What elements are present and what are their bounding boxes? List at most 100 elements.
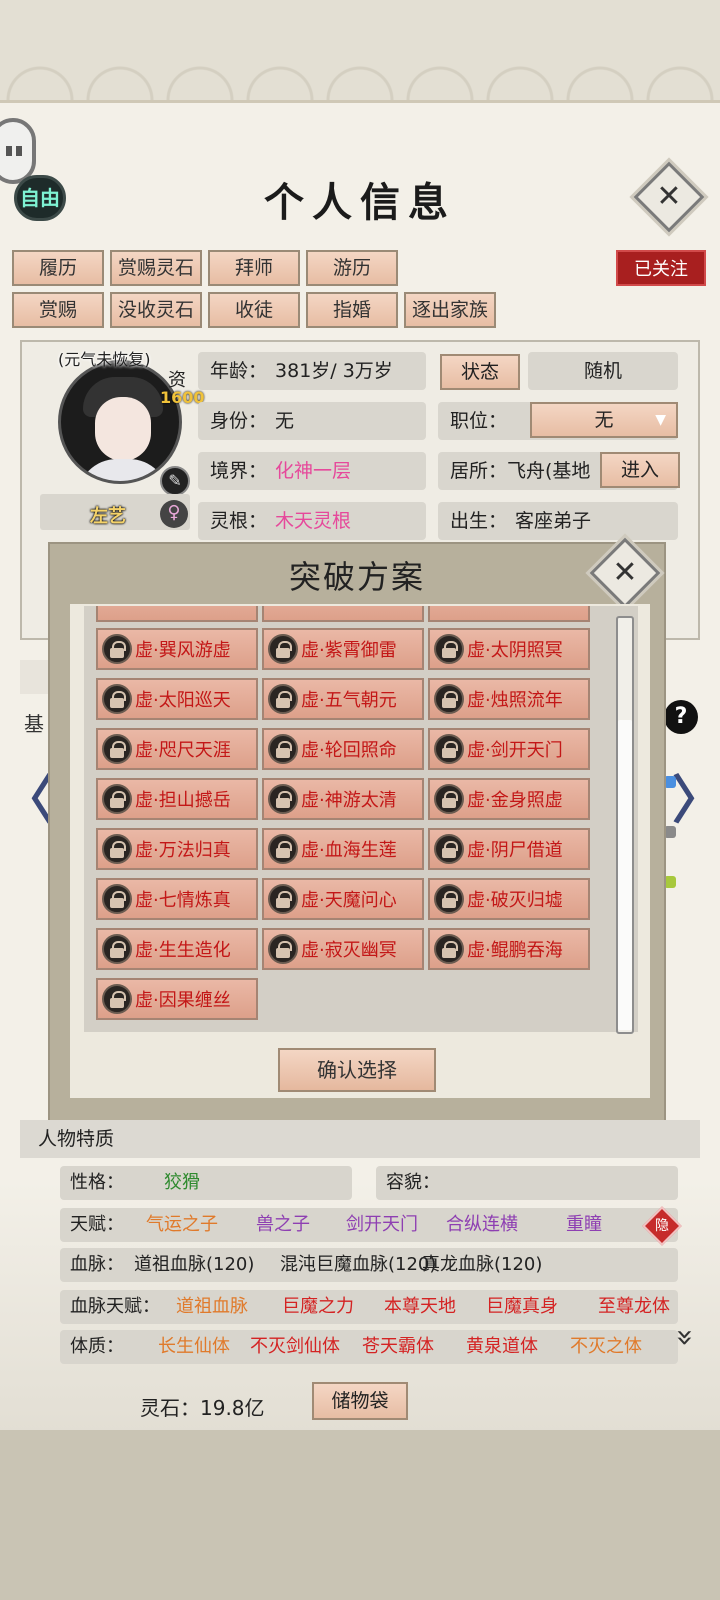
help-icon[interactable]: ? (664, 700, 698, 734)
talent-item[interactable]: 合纵连横 (446, 1208, 518, 1242)
physique-row: 体质： 长生仙体 不灭剑仙体 苍天霸体 黄泉道体 不灭之体 (60, 1330, 678, 1364)
physique-label: 体质： (70, 1336, 124, 1357)
reward-stones-button[interactable]: 赏赐灵石 (110, 250, 202, 286)
arrange-marriage-button[interactable]: 指婚 (306, 292, 398, 328)
skill-item[interactable]: 虚·破灭归墟 (428, 878, 590, 920)
followed-badge[interactable]: 已关注 (616, 250, 706, 286)
lock-icon (434, 634, 464, 664)
skill-item[interactable]: 虚·寂灭幽冥 (262, 928, 424, 970)
skill-label: 虚·太阴照冥 (467, 640, 563, 661)
position-select[interactable]: 无 ▼ (530, 402, 678, 438)
skill-item[interactable]: 虚·阴尸借道 (428, 828, 590, 870)
expand-down-icon[interactable]: » (668, 1328, 703, 1346)
enter-button[interactable]: 进入 (600, 452, 680, 488)
skill-label: 虚·巽风游虚 (135, 640, 231, 661)
bloodline-talent-item[interactable]: 巨魔之力 (282, 1290, 354, 1324)
skill-label: 虚·烛照流年 (467, 690, 563, 711)
scrollbar-thumb[interactable] (618, 720, 632, 1030)
physique-item[interactable]: 黄泉道体 (466, 1330, 538, 1364)
lock-icon (268, 934, 298, 964)
travel-button[interactable]: 游历 (306, 250, 398, 286)
bottom-area (0, 1430, 720, 1600)
physique-item[interactable]: 长生仙体 (158, 1330, 230, 1364)
page-title: 个人信息 (264, 179, 456, 226)
skill-item[interactable]: 虚·紫霄御雷 (262, 628, 424, 670)
bloodline-talent-item[interactable]: 本尊天地 (384, 1290, 456, 1324)
skill-label: 虚·阴尸借道 (467, 840, 563, 861)
position-label: 职位： (450, 410, 508, 432)
resume-button[interactable]: 履历 (12, 250, 104, 286)
skill-item[interactable]: 虚·神游太清 (262, 778, 424, 820)
bloodline-item[interactable]: 道祖血脉(120) (134, 1248, 254, 1282)
skill-item[interactable]: 虚·鲲鹏吞海 (428, 928, 590, 970)
personality-label: 性格： (70, 1172, 124, 1193)
reward-button[interactable]: 赏赐 (12, 292, 104, 328)
state-button[interactable]: 状态 (440, 354, 520, 390)
identity-value: 无 (275, 410, 295, 432)
bloodline-talent-item[interactable]: 道祖血脉 (176, 1290, 248, 1324)
skill-list[interactable]: 虚·巽风游虚 虚·紫霄御雷 虚·太阴照冥 虚·太阳巡天 虚·五气朝元 虚·烛照流… (84, 606, 638, 1032)
talent-item[interactable]: 兽之子 (256, 1208, 310, 1242)
lock-icon (268, 634, 298, 664)
skill-item[interactable]: 虚·咫尺天涯 (96, 728, 258, 770)
expel-family-button[interactable]: 逐出家族 (404, 292, 496, 328)
root-value: 木天灵根 (275, 510, 352, 532)
partial-tab-label: 基 (24, 712, 44, 736)
physique-item[interactable]: 不灭剑仙体 (250, 1330, 340, 1364)
edit-pen-icon[interactable]: ✎ (160, 466, 190, 496)
female-icon: ♀ (160, 500, 188, 528)
birth-label: 出生： (450, 510, 508, 532)
skill-item-partial[interactable] (428, 606, 590, 622)
take-disciple-button[interactable]: 收徒 (208, 292, 300, 328)
talent-item[interactable]: 气运之子 (146, 1208, 218, 1242)
random-button[interactable]: 随机 (528, 352, 678, 390)
lock-icon (434, 784, 464, 814)
tab-stub[interactable] (20, 660, 50, 694)
decorative-cloud-pattern (0, 0, 720, 100)
skill-item[interactable]: 虚·万法归真 (96, 828, 258, 870)
talent-item[interactable]: 剑开天门 (346, 1208, 418, 1242)
talent-item[interactable]: 重瞳 (566, 1208, 602, 1242)
skill-item[interactable]: 虚·太阳巡天 (96, 678, 258, 720)
skill-item[interactable]: 虚·血海生莲 (262, 828, 424, 870)
skill-item[interactable]: 虚·轮回照命 (262, 728, 424, 770)
bloodline-talent-item[interactable]: 至尊龙体 (598, 1290, 670, 1324)
storage-bag-button[interactable]: 储物袋 (312, 1382, 408, 1420)
skill-item[interactable]: 虚·烛照流年 (428, 678, 590, 720)
lock-icon (102, 734, 132, 764)
lock-icon (268, 784, 298, 814)
bloodline-item[interactable]: 混沌巨魔血脉(120) (280, 1248, 436, 1282)
skill-item[interactable]: 虚·金身照虚 (428, 778, 590, 820)
talent-row: 天赋： 气运之子 兽之子 剑开天门 合纵连横 重瞳 (60, 1208, 678, 1242)
physique-item[interactable]: 苍天霸体 (362, 1330, 434, 1364)
bloodline-talent-item[interactable]: 巨魔真身 (486, 1290, 558, 1324)
character-name: 左艺 (90, 506, 126, 527)
skill-item[interactable]: 虚·七情炼真 (96, 878, 258, 920)
skill-label: 虚·轮回照命 (301, 740, 397, 761)
skill-item-partial[interactable] (262, 606, 424, 622)
physique-item[interactable]: 不灭之体 (570, 1330, 642, 1364)
skill-item[interactable]: 虚·天魔问心 (262, 878, 424, 920)
skill-label: 虚·因果缠丝 (135, 990, 231, 1011)
position-value: 无 (594, 409, 614, 431)
traits-header: 人物特质 (20, 1120, 700, 1158)
skill-item[interactable]: 虚·因果缠丝 (96, 978, 258, 1020)
skill-item[interactable]: 虚·剑开天门 (428, 728, 590, 770)
skill-item[interactable]: 虚·五气朝元 (262, 678, 424, 720)
skill-item-partial[interactable] (96, 606, 258, 622)
confiscate-stones-button[interactable]: 没收灵石 (110, 292, 202, 328)
avatar[interactable] (58, 360, 182, 484)
skill-item[interactable]: 虚·担山撼岳 (96, 778, 258, 820)
left-arrow-icon[interactable]: 〈 (2, 758, 54, 833)
skill-item[interactable]: 虚·巽风游虚 (96, 628, 258, 670)
skill-item[interactable]: 虚·太阴照冥 (428, 628, 590, 670)
root-field: 灵根： 木天灵根 (198, 502, 426, 540)
age-field: 年龄： 381岁/ 3万岁 (198, 352, 426, 390)
apprentice-button[interactable]: 拜师 (208, 250, 300, 286)
skill-item[interactable]: 虚·生生造化 (96, 928, 258, 970)
bloodline-label: 血脉： (70, 1254, 124, 1275)
confirm-selection-button[interactable]: 确认选择 (278, 1048, 436, 1092)
bloodline-item[interactable]: 真龙血脉(120) (422, 1248, 542, 1282)
right-arrow-icon[interactable]: 〉 (672, 758, 720, 833)
chevron-down-icon: ▼ (655, 412, 666, 428)
